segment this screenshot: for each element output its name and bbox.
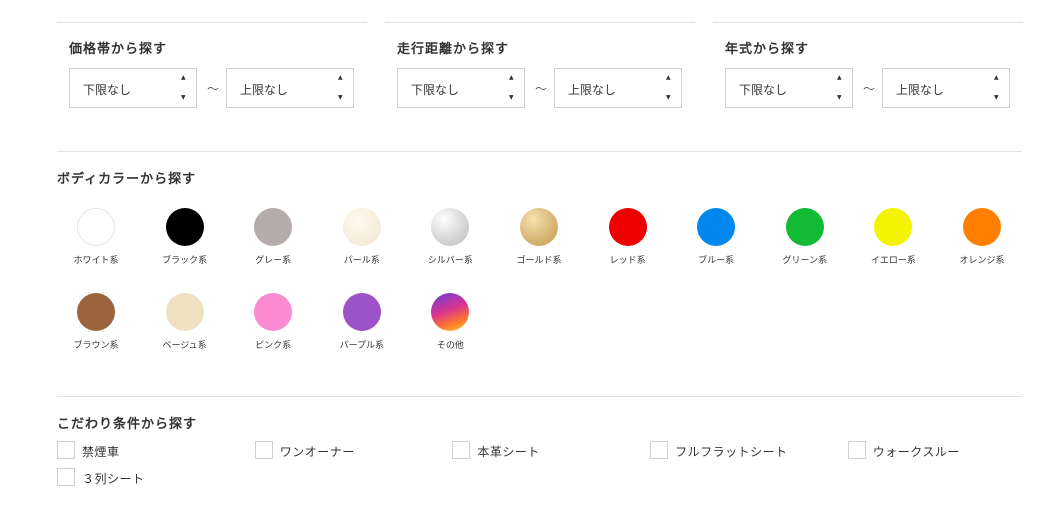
mileage-max-select[interactable]: 上限なし ▲ ▼ [554, 68, 682, 108]
color-swatch-black[interactable]: ブラック系 [145, 208, 225, 270]
mileage-range-separator: ～ [535, 82, 548, 96]
checkbox-label: フルフラットシート [675, 445, 788, 459]
checkbox-label: 禁煙車 [82, 445, 120, 459]
price-max-value: 上限なし [240, 83, 289, 97]
color-dot [608, 208, 647, 246]
price-range-filter: 価格帯から探す 下限なし ▲ ▼ ～ 上限なし ▲ ▼ [57, 22, 367, 108]
color-swatch-yellow[interactable]: イエロー系 [853, 208, 933, 270]
color-swatch-silver[interactable]: シルバー系 [410, 208, 490, 270]
color-dot [77, 208, 115, 246]
color-swatch-label: イエロー系 [870, 256, 916, 266]
price-min-value: 下限なし [83, 83, 132, 97]
year-min-select[interactable]: 下限なし ▲ ▼ [725, 68, 853, 108]
checkbox-box[interactable] [650, 441, 669, 459]
color-swatch-label: オレンジ系 [959, 256, 1005, 266]
color-swatch-label: グレー系 [255, 256, 292, 266]
color-dot [254, 208, 293, 246]
color-swatch-brown[interactable]: ブラウン系 [56, 293, 136, 355]
color-swatch-label: シルバー系 [427, 256, 473, 266]
color-swatch-label: ブラック系 [162, 256, 208, 266]
mileage-range-title: 走行距離から探す [397, 42, 510, 57]
color-swatch-beige[interactable]: ベージュ系 [145, 293, 225, 355]
checkbox-box[interactable] [847, 441, 866, 459]
color-dot [342, 208, 381, 246]
color-dot [431, 208, 470, 246]
color-swatch-gray[interactable]: グレー系 [233, 208, 313, 270]
color-dot [254, 293, 293, 331]
color-swatch-white[interactable]: ホワイト系 [56, 208, 136, 270]
color-dot [431, 293, 470, 331]
color-swatch-red[interactable]: レッド系 [588, 208, 668, 270]
color-dot [77, 293, 115, 331]
color-swatch-label: レッド系 [609, 256, 646, 266]
color-swatch-purple[interactable]: パープル系 [322, 293, 402, 355]
color-swatch-label: パール系 [343, 256, 380, 266]
year-max-value: 上限なし [896, 83, 945, 97]
year-range-title: 年式から探す [725, 42, 810, 57]
color-swatch-label: パープル系 [339, 341, 385, 351]
year-range-separator: ～ [863, 82, 876, 96]
color-swatch-label: ブルー系 [698, 256, 735, 266]
year-min-value: 下限なし [739, 83, 788, 97]
color-swatch-label: ピンク系 [255, 341, 292, 351]
checkbox-label: ウォークスルー [872, 445, 960, 459]
section-divider [57, 151, 1022, 152]
select-arrows-icon: ▲ ▼ [994, 74, 999, 101]
color-swatch-label: ブラウン系 [73, 341, 119, 351]
select-arrows-icon: ▲ ▼ [338, 74, 343, 101]
color-swatch-pearl[interactable]: パール系 [322, 208, 402, 270]
mileage-max-value: 上限なし [568, 83, 617, 97]
color-dot [165, 208, 204, 246]
color-dot [697, 208, 736, 246]
color-swatch-orange[interactable]: オレンジ系 [942, 208, 1022, 270]
mileage-min-select[interactable]: 下限なし ▲ ▼ [397, 68, 525, 108]
color-dot [874, 208, 913, 246]
select-arrows-icon: ▲ ▼ [837, 74, 842, 101]
mileage-min-value: 下限なし [411, 83, 460, 97]
color-swatch-label: ベージュ系 [162, 341, 207, 351]
select-arrows-icon: ▲ ▼ [666, 74, 671, 101]
color-swatch-label: ホワイト系 [73, 256, 119, 266]
mileage-range-filter: 走行距離から探す 下限なし ▲ ▼ ～ 上限なし ▲ ▼ [385, 22, 695, 108]
color-dot [963, 208, 1001, 246]
price-range-separator: ～ [207, 82, 220, 96]
checkbox-box[interactable] [254, 441, 273, 459]
color-dot [165, 293, 204, 331]
price-max-select[interactable]: 上限なし ▲ ▼ [226, 68, 354, 108]
color-swatch-label: その他 [436, 341, 464, 351]
body-color-title: ボディカラーから探す [57, 172, 197, 187]
preferences-title: こだわり条件から探す [57, 417, 198, 432]
year-range-filter: 年式から探す 下限なし ▲ ▼ ～ 上限なし ▲ ▼ [713, 22, 1023, 108]
checkbox-box[interactable] [452, 441, 471, 459]
select-arrows-icon: ▲ ▼ [509, 74, 514, 101]
checkbox-label: 本革シート [477, 445, 540, 459]
price-range-title: 価格帯から探す [69, 42, 168, 57]
color-swatch-blue[interactable]: ブルー系 [676, 208, 756, 270]
color-dot [342, 293, 381, 331]
checkbox-label: ３列シート [82, 472, 145, 486]
color-swatch-pink[interactable]: ピンク系 [233, 293, 313, 355]
color-swatch-label: ゴールド系 [516, 256, 562, 266]
select-arrows-icon: ▲ ▼ [181, 74, 186, 101]
color-swatch-other[interactable]: その他 [410, 293, 490, 355]
color-swatch-label: グリーン系 [782, 256, 828, 266]
year-max-select[interactable]: 上限なし ▲ ▼ [882, 68, 1010, 108]
checkbox-box[interactable] [57, 468, 75, 486]
checkbox-box[interactable] [57, 441, 75, 459]
checkbox-label: ワンオーナー [279, 445, 355, 459]
color-dot [785, 208, 824, 246]
price-min-select[interactable]: 下限なし ▲ ▼ [69, 68, 197, 108]
color-swatch-gold[interactable]: ゴールド系 [499, 208, 579, 270]
color-dot [520, 208, 558, 246]
color-swatch-green[interactable]: グリーン系 [765, 208, 845, 270]
section-divider [57, 396, 1022, 397]
